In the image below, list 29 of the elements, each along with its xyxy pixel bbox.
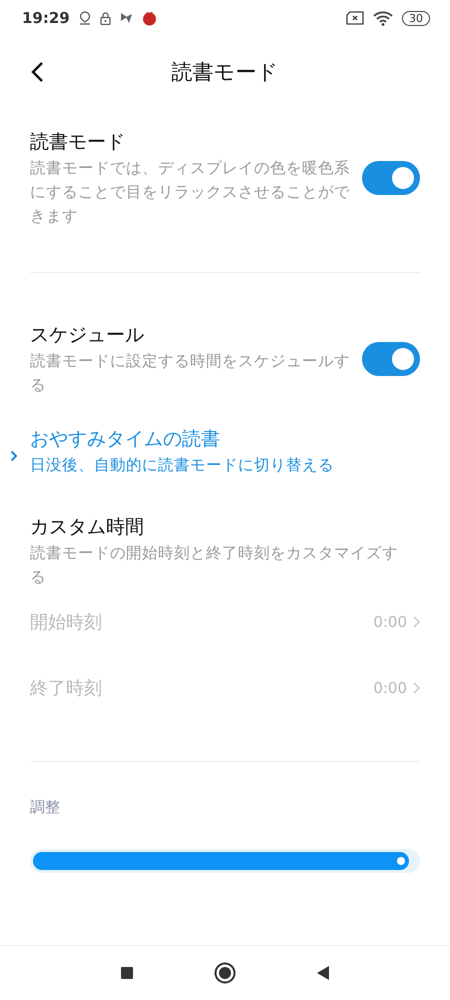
toggle-switch[interactable] (362, 161, 420, 195)
sim-icon (346, 11, 364, 25)
back-nav-icon[interactable] (316, 965, 330, 981)
battery-indicator: 30 (402, 10, 430, 26)
adjustment-slider[interactable] (30, 849, 420, 873)
option-description: 日没後、自動的に読書モードに切り替える (30, 455, 335, 476)
chevron-icon (413, 616, 420, 628)
location-icon (78, 11, 91, 25)
page-title: 読書モード (172, 59, 278, 86)
recents-icon[interactable] (120, 966, 134, 980)
time-value: 0:00 (373, 679, 407, 697)
option-title[interactable]: おやすみタイムの読書 (30, 425, 400, 453)
bug-icon (142, 10, 157, 26)
back-icon[interactable] (30, 61, 44, 83)
setting-description: 読書モードでは、ディスプレイの色を暖色系にすることで目をリラックスさせることができます (30, 158, 350, 227)
setting-description: 読書モードの開始時刻と終了時刻をカスタマイズする (30, 543, 399, 588)
wifi-icon (373, 10, 393, 26)
toggle-switch[interactable] (362, 342, 420, 376)
status-time: 19:29 (22, 9, 70, 27)
time-value: 0:00 (373, 613, 407, 631)
section-label: 調整 (29, 798, 61, 817)
setting-title: カスタム時間 (30, 515, 145, 540)
lock-icon (100, 12, 111, 24)
setting-title: スケジュール (30, 323, 145, 348)
home-icon[interactable] (214, 962, 236, 984)
setting-title: 読書モード (30, 130, 126, 155)
chevron-icon (413, 682, 420, 694)
setting-description: 読書モードに設定する時間をスケジュールする (30, 351, 350, 396)
flag-icon (120, 12, 133, 24)
